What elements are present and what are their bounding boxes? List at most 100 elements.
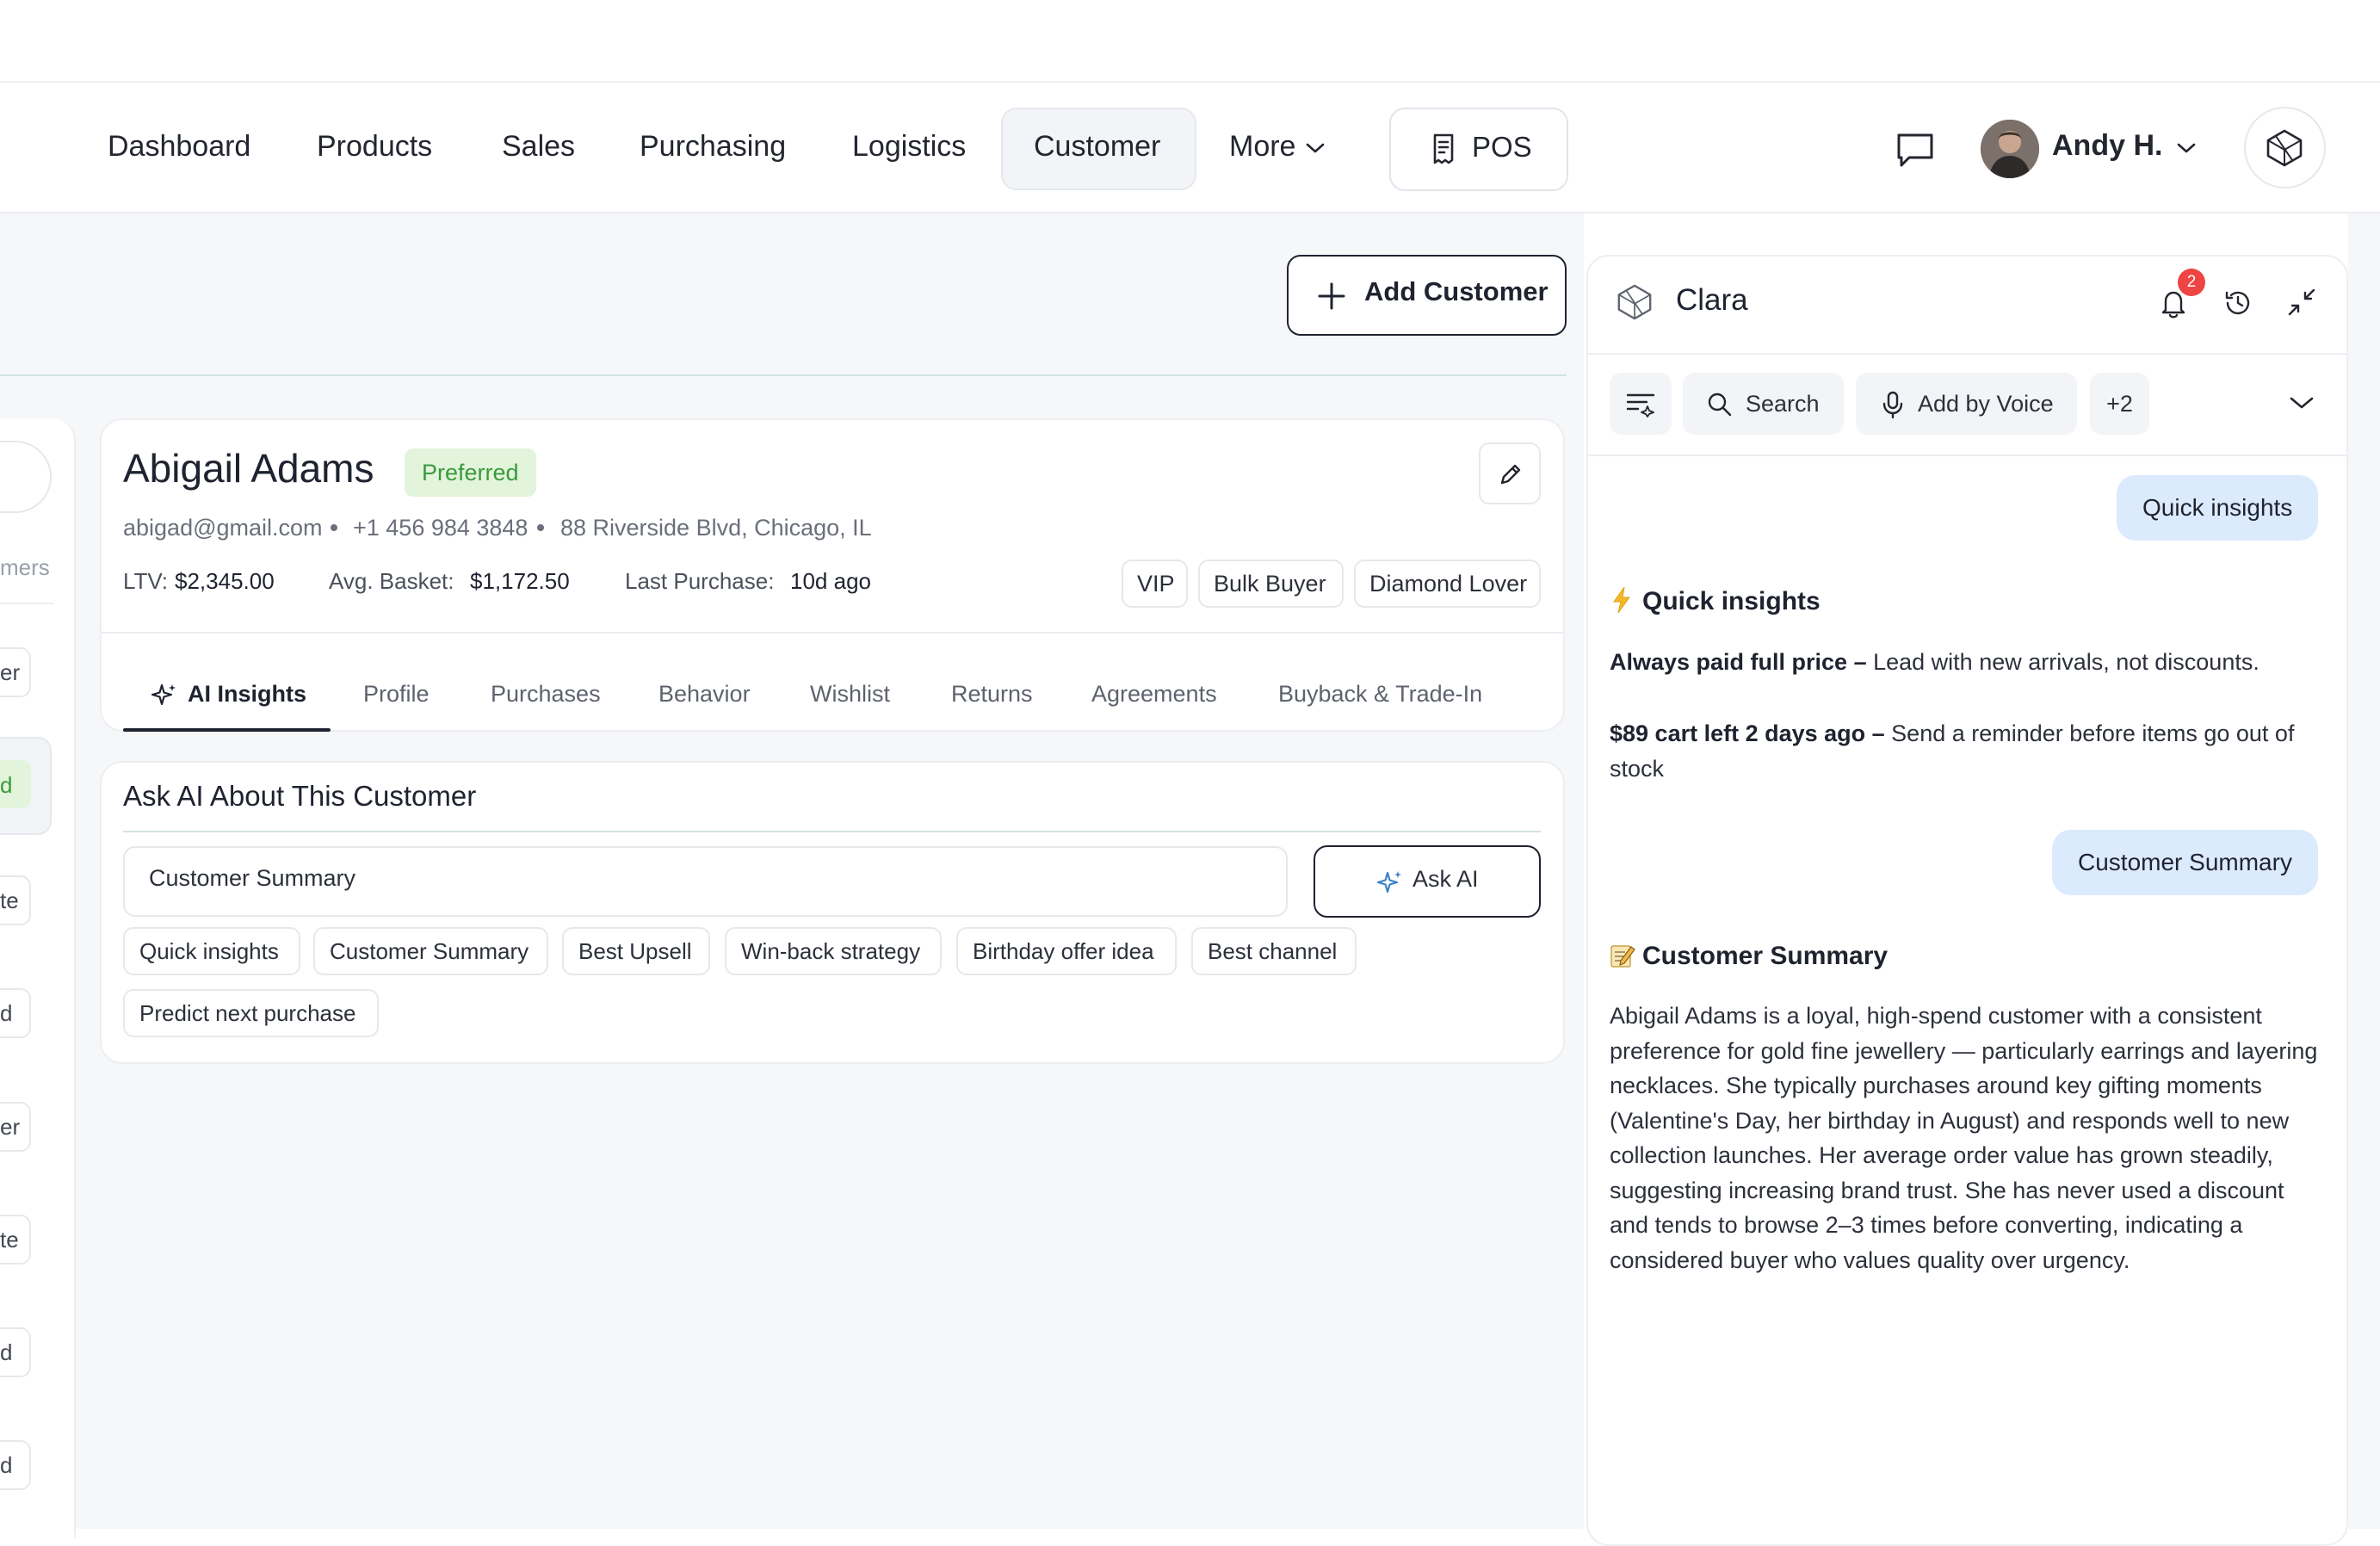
list-item-text: er (0, 1114, 21, 1140)
insight-item: Always paid full price – Lead with new a… (1610, 645, 2324, 680)
ltv-label: LTV: (123, 568, 169, 594)
chip-quick-insights[interactable]: Quick insights (123, 927, 300, 975)
chip-predict-next-purchase[interactable]: Predict next purchase (123, 989, 379, 1037)
separator-dot (537, 524, 544, 531)
search-icon (1707, 392, 1733, 417)
microphone-icon (1882, 390, 1904, 419)
divider (123, 831, 1541, 832)
tab-active-indicator (123, 728, 331, 732)
collapse-icon[interactable] (2285, 286, 2318, 318)
divider (102, 632, 1563, 634)
ltv-value: $2,345.00 (175, 568, 275, 594)
last-purchase-label: Last Purchase: (625, 568, 775, 594)
avg-basket-value: $1,172.50 (470, 568, 570, 594)
nav-products[interactable]: Products (317, 129, 432, 164)
add-by-voice-button[interactable]: Add by Voice (1856, 373, 2077, 435)
list-item-text: te (0, 887, 19, 913)
insight-bold: Always paid full price – (1610, 649, 1867, 675)
list-item-text: d (0, 772, 13, 798)
nav-logistics[interactable]: Logistics (852, 129, 966, 164)
customer-email[interactable]: abigad@gmail.com (123, 515, 323, 541)
tab-returns[interactable]: Returns (951, 681, 1033, 708)
insights-heading: Quick insights (1642, 587, 1821, 615)
ask-ai-title: Ask AI About This Customer (123, 780, 477, 812)
sparkle-icon (1375, 868, 1405, 897)
notification-count-badge: 2 (2178, 269, 2205, 296)
tab-purchases[interactable]: Purchases (491, 681, 601, 708)
logo-cube-icon (1615, 282, 1654, 322)
nav-customer[interactable]: Customer (1034, 129, 1160, 164)
chat-bubble-icon[interactable] (1895, 130, 1936, 170)
chevron-down-icon[interactable] (2176, 141, 2197, 155)
window-top-strip (0, 0, 2380, 83)
tab-buyback-trade-in[interactable]: Buyback & Trade-In (1278, 681, 1482, 708)
nav-sales[interactable]: Sales (502, 129, 575, 164)
filter-list-icon (1625, 390, 1658, 417)
list-item-text: d (0, 1452, 13, 1478)
tab-agreements[interactable]: Agreements (1091, 681, 1217, 708)
tag-vip[interactable]: VIP (1122, 560, 1188, 608)
tab-wishlist[interactable]: Wishlist (810, 681, 890, 708)
divider (1588, 455, 2346, 456)
chip-birthday-offer-idea[interactable]: Birthday offer idea (956, 927, 1177, 975)
search-button[interactable]: Search (1683, 373, 1844, 435)
tab-behavior[interactable]: Behavior (658, 681, 751, 708)
insight-item: $89 cart left 2 days ago – Send a remind… (1610, 716, 2324, 787)
history-icon[interactable] (2222, 287, 2254, 319)
search-button-label: Search (1746, 391, 1820, 417)
pos-receipt-icon (1429, 132, 1458, 166)
tab-profile[interactable]: Profile (363, 681, 430, 708)
list-item-text: d (0, 1339, 13, 1365)
panel-gutter (2348, 213, 2380, 1529)
last-purchase-value: 10d ago (790, 568, 871, 594)
status-badge: Preferred (405, 448, 536, 497)
nav-purchasing[interactable]: Purchasing (640, 129, 786, 164)
clara-assistant-panel (1586, 255, 2348, 1546)
nav-more[interactable]: More (1229, 129, 1295, 164)
clara-title: Clara (1676, 283, 1748, 317)
more-tools-button[interactable]: +2 (2090, 373, 2149, 435)
chip-customer-summary[interactable]: Customer Summary (313, 927, 548, 975)
customer-address: 88 Riverside Blvd, Chicago, IL (560, 515, 872, 541)
summary-text: Abigail Adams is a loyal, high-spend cus… (1610, 1003, 2318, 1273)
pos-label: POS (1472, 131, 1532, 163)
nav-dashboard[interactable]: Dashboard (108, 129, 250, 164)
insight-bold: $89 cart left 2 days ago – (1610, 720, 1885, 746)
insight-text: Lead with new arrivals, not discounts. (1866, 649, 2259, 675)
customer-name: Abigail Adams (123, 446, 374, 491)
pencil-icon (1498, 461, 1524, 487)
customer-phone[interactable]: +1 456 984 3848 (353, 515, 528, 541)
chip-best-channel[interactable]: Best channel (1191, 927, 1357, 975)
chevron-down-icon[interactable] (1305, 141, 1326, 155)
user-message: Customer Summary (2052, 830, 2318, 895)
tag-bulk-buyer[interactable]: Bulk Buyer (1198, 560, 1344, 608)
plus-icon (1317, 281, 1346, 311)
user-message: Quick insights (2117, 475, 2319, 541)
edit-button[interactable] (1479, 442, 1541, 504)
ask-ai-button-label: Ask AI (1413, 866, 1479, 892)
sparkle-icon (151, 682, 178, 709)
chevron-down-icon[interactable] (2289, 394, 2315, 411)
ask-ai-input-value[interactable]: Customer Summary (149, 865, 355, 892)
list-header-text: mers (0, 554, 50, 580)
chip-win-back-strategy[interactable]: Win-back strategy (725, 927, 942, 975)
avatar[interactable] (1981, 120, 2039, 178)
lightning-icon (1610, 585, 1634, 615)
divider (0, 374, 1567, 376)
avg-basket-label: Avg. Basket: (329, 568, 454, 594)
list-item-text: er (0, 659, 21, 685)
list-item-text: te (0, 1227, 19, 1252)
chip-best-upsell[interactable]: Best Upsell (562, 927, 710, 975)
list-item-text: d (0, 1000, 13, 1026)
add-by-voice-label: Add by Voice (1918, 391, 2054, 417)
memo-icon (1609, 942, 1636, 969)
tag-diamond-lover[interactable]: Diamond Lover (1354, 560, 1541, 608)
user-name[interactable]: Andy H. (2052, 129, 2162, 163)
divider (0, 603, 53, 604)
tab-ai-insights[interactable]: AI Insights (188, 681, 306, 708)
logo-cube-icon (2264, 127, 2305, 169)
separator-dot (331, 524, 337, 531)
divider (1588, 353, 2346, 355)
filter-button[interactable] (1610, 373, 1672, 435)
summary-heading: Customer Summary (1642, 942, 1889, 970)
